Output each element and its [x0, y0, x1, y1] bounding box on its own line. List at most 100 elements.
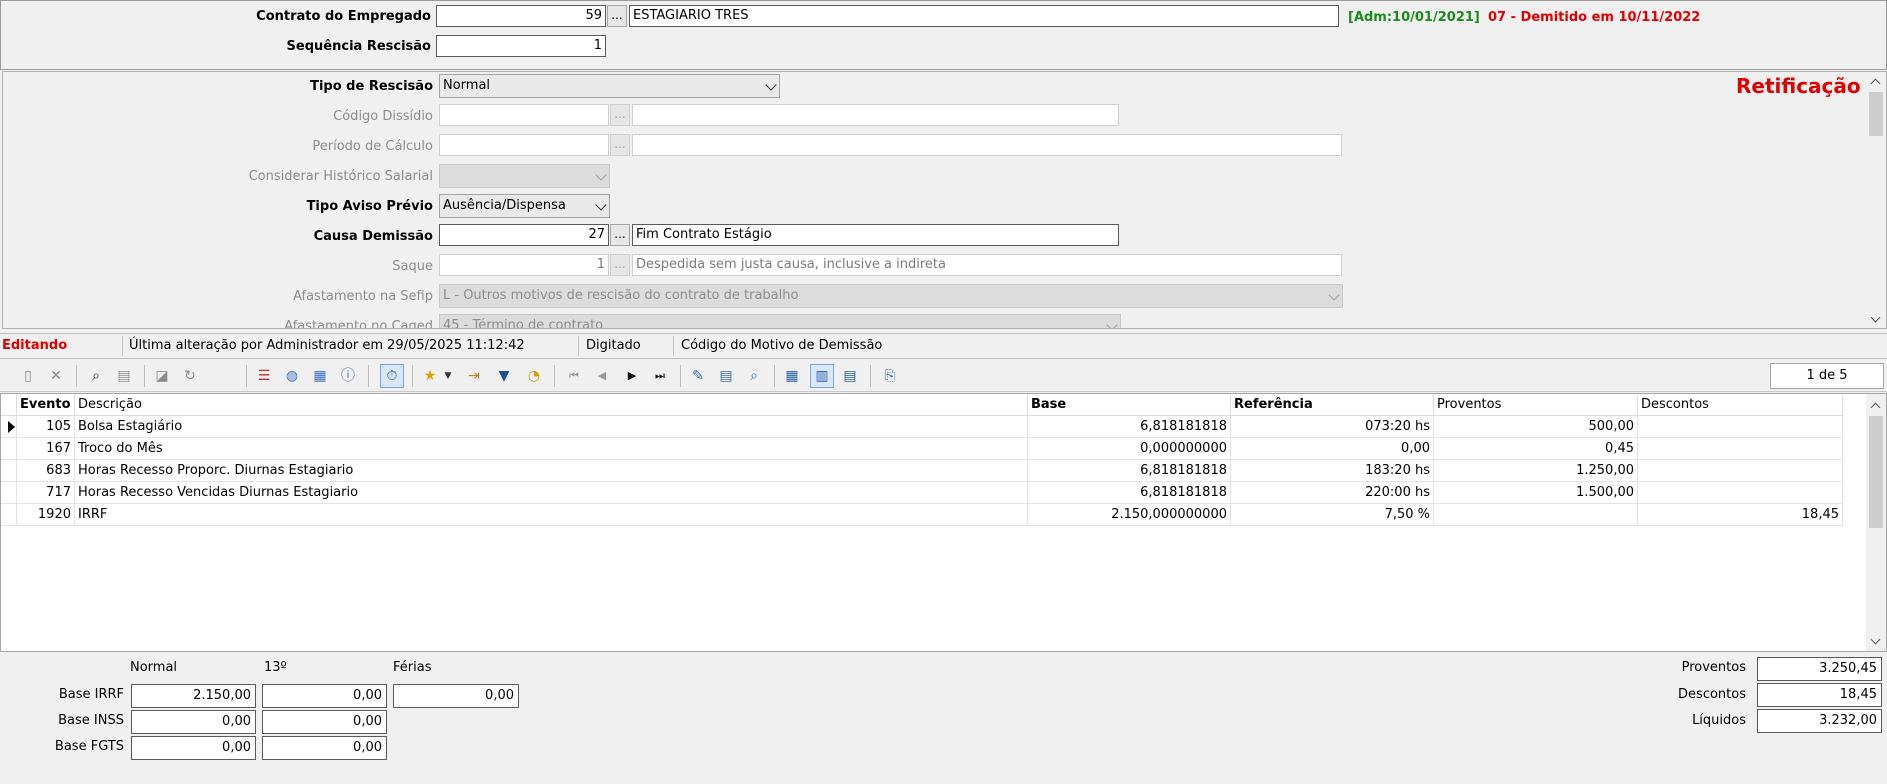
causa-demissao-lookup-button[interactable]: ...	[610, 224, 630, 246]
last-record-icon[interactable]: ⏭	[650, 366, 670, 386]
form-scroll-thumb[interactable]	[1869, 92, 1883, 136]
sequencia-input[interactable]: 1	[436, 35, 606, 57]
cell-evento[interactable]: 105	[17, 416, 75, 438]
grid-rows-icon[interactable]: ▤	[840, 366, 860, 386]
cell-descontos[interactable]: 18,45	[1638, 504, 1843, 526]
preview-icon[interactable]: ⎘	[880, 366, 900, 386]
cell-descricao[interactable]: Horas Recesso Proporc. Diurnas Estagiari…	[75, 460, 1028, 482]
cell-proventos[interactable]: 500,00	[1434, 416, 1638, 438]
row-indicator[interactable]	[1, 460, 17, 482]
cell-referencia[interactable]: 073:20 hs	[1231, 416, 1434, 438]
sequencia-label: Sequência Rescisão	[286, 39, 431, 54]
star-icon[interactable]: ★	[420, 366, 440, 386]
cell-base[interactable]: 6,818181818	[1028, 482, 1231, 504]
grid-scrollbar[interactable]	[1866, 394, 1886, 651]
cell-proventos[interactable]: 1.500,00	[1434, 482, 1638, 504]
cell-descontos[interactable]	[1638, 438, 1843, 460]
cell-base[interactable]: 0,000000000	[1028, 438, 1231, 460]
contrato-name-field[interactable]: ESTAGIARIO TRES	[629, 5, 1339, 27]
periodo-calculo-label: Período de Cálculo	[312, 139, 433, 154]
row-indicator[interactable]	[1, 482, 17, 504]
causa-demissao-input[interactable]: 27	[439, 224, 609, 246]
afastamento-sefip-select[interactable]: L - Outros motivos de rescisão do contra…	[439, 284, 1343, 308]
cell-descontos[interactable]	[1638, 416, 1843, 438]
scroll-up-icon[interactable]	[1870, 402, 1881, 413]
scroll-up-icon[interactable]	[1870, 78, 1881, 89]
cell-descricao[interactable]: Bolsa Estagiário	[75, 416, 1028, 438]
refresh-icon[interactable]: ↻	[180, 366, 200, 386]
contrato-code-input[interactable]: 59	[436, 5, 606, 27]
column-header-base[interactable]: Base	[1028, 394, 1231, 416]
form-scrollbar[interactable]	[1866, 72, 1886, 328]
afastamento-caged-select[interactable]: 45 - Término de contrato	[439, 314, 1121, 329]
codigo-dissidio-lookup-button[interactable]: ...	[610, 104, 630, 126]
info-icon[interactable]: ⓘ	[338, 366, 358, 386]
cell-descricao[interactable]: IRRF	[75, 504, 1028, 526]
cell-base[interactable]: 2.150,000000000	[1028, 504, 1231, 526]
periodo-calculo-lookup-button[interactable]: ...	[610, 134, 630, 156]
cell-descricao[interactable]: Troco do Mês	[75, 438, 1028, 460]
saque-input[interactable]: 1	[439, 254, 609, 276]
globe-icon[interactable]: ◍	[282, 366, 302, 386]
column-header-proventos[interactable]: Proventos	[1434, 394, 1638, 416]
base-fgts-label: Base FGTS	[54, 739, 124, 754]
toolbar-divider	[246, 365, 247, 387]
tipo-aviso-select[interactable]: Ausência/Dispensa	[439, 194, 610, 218]
cell-base[interactable]: 6,818181818	[1028, 416, 1231, 438]
prev-record-icon[interactable]: ◀	[592, 366, 612, 386]
grid-view-icon[interactable]: ▦	[782, 366, 802, 386]
cell-proventos[interactable]: 0,45	[1434, 438, 1638, 460]
grid-columns-icon[interactable]: ▥	[810, 364, 834, 388]
column-header-descontos[interactable]: Descontos	[1638, 394, 1843, 416]
timer-icon[interactable]: ⏱	[380, 364, 404, 388]
star-dropdown-icon[interactable]: ▼	[442, 366, 454, 386]
save-icon[interactable]: ◪	[152, 366, 172, 386]
cell-referencia[interactable]: 7,50 %	[1231, 504, 1434, 526]
binoculars-icon[interactable]: ⌕	[86, 366, 106, 386]
cell-descontos[interactable]	[1638, 460, 1843, 482]
report-icon[interactable]: ▤	[716, 366, 736, 386]
codigo-dissidio-input[interactable]	[439, 104, 609, 126]
row-indicator[interactable]	[1, 416, 17, 438]
column-header-descricao[interactable]: Descrição	[75, 394, 1028, 416]
new-record-icon[interactable]: ▯	[18, 366, 38, 386]
cell-referencia[interactable]: 0,00	[1231, 438, 1434, 460]
next-record-icon[interactable]: ▶	[622, 366, 642, 386]
table-icon[interactable]: ▦	[310, 366, 330, 386]
cell-base[interactable]: 6,818181818	[1028, 460, 1231, 482]
cell-evento[interactable]: 167	[17, 438, 75, 460]
scroll-down-icon[interactable]	[1870, 312, 1881, 323]
cell-proventos[interactable]	[1434, 504, 1638, 526]
base-fgts-normal: 0,00	[131, 736, 256, 760]
cell-evento[interactable]: 717	[17, 482, 75, 504]
cell-proventos[interactable]: 1.250,00	[1434, 460, 1638, 482]
considerar-historico-select[interactable]	[439, 164, 610, 188]
list-icon[interactable]: ☰	[254, 366, 274, 386]
periodo-calculo-input[interactable]	[439, 134, 609, 156]
delete-icon[interactable]: ✕	[46, 366, 66, 386]
first-record-icon[interactable]: ⏮	[564, 366, 584, 386]
export-icon[interactable]: ⇥	[464, 366, 484, 386]
afastamento-caged-value: 45 - Término de contrato	[443, 318, 604, 329]
cell-evento[interactable]: 1920	[17, 504, 75, 526]
edit-document-icon[interactable]: ✎	[688, 366, 708, 386]
cell-descontos[interactable]	[1638, 482, 1843, 504]
column-header-referencia[interactable]: Referência	[1231, 394, 1434, 416]
cell-referencia[interactable]: 220:00 hs	[1231, 482, 1434, 504]
cell-descricao[interactable]: Horas Recesso Vencidas Diurnas Estagiari…	[75, 482, 1028, 504]
row-indicator[interactable]	[1, 438, 17, 460]
row-indicator[interactable]	[1, 504, 17, 526]
print-icon[interactable]: ▤	[114, 366, 134, 386]
contrato-lookup-button[interactable]: ...	[607, 5, 627, 27]
grid-scroll-thumb[interactable]	[1869, 416, 1883, 528]
base-irrf-normal: 2.150,00	[131, 684, 256, 708]
column-header-evento[interactable]: Evento	[17, 394, 75, 416]
saque-lookup-button[interactable]: ...	[610, 254, 630, 276]
cell-evento[interactable]: 683	[17, 460, 75, 482]
report-search-icon[interactable]: ⌕	[744, 366, 764, 386]
scroll-down-icon[interactable]	[1870, 634, 1881, 645]
tipo-rescisao-select[interactable]: Normal	[439, 74, 780, 98]
sync-icon[interactable]: ◔	[524, 366, 544, 386]
filter-icon[interactable]: ▼	[494, 366, 514, 386]
cell-referencia[interactable]: 183:20 hs	[1231, 460, 1434, 482]
